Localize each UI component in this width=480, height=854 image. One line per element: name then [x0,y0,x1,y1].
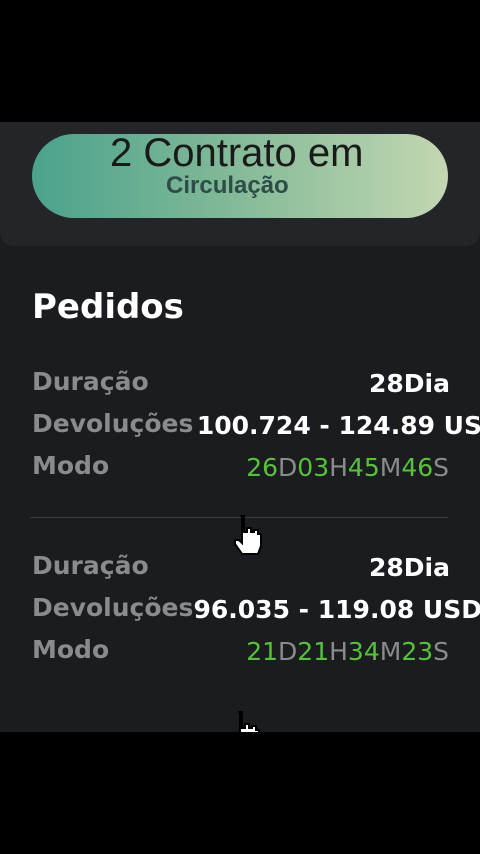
contracts-count-title: 2 Contrato em [110,131,364,175]
timer-minutes: 45 [347,453,380,482]
countdown-timer: 21D21H34M23S [246,637,449,666]
hand-pointer-icon [234,515,262,555]
contracts-card: 2 Contrato em Circulação [0,122,480,246]
returns-label: Devoluções [32,593,194,622]
hand-pointer-icon [238,711,260,732]
timer-seconds: 46 [401,453,434,482]
returns-row: Devoluções 100.724 - 124.89 US [0,409,480,449]
timer-hours-unit: H [329,453,348,482]
order-item[interactable]: Duração 28Dia Devoluções 100.724 - 124.8… [0,367,480,487]
returns-label: Devoluções [32,409,194,438]
order-item[interactable]: Duração 28Dia Devoluções 96.035 - 119.08… [0,551,480,671]
contracts-in-circulation-button[interactable]: 2 Contrato em Circulação [32,131,448,218]
mode-row: Modo 26D03H45M46S [0,451,480,491]
timer-days: 21 [246,637,279,666]
timer-minutes: 34 [347,637,380,666]
duration-label: Duração [32,367,149,396]
mode-label: Modo [32,451,110,480]
duration-value: 28Dia [369,369,450,398]
timer-minutes-unit: M [379,637,402,666]
countdown-timer: 26D03H45M46S [246,453,449,482]
mode-row: Modo 21D21H34M23S [0,635,480,675]
mode-label: Modo [32,635,110,664]
timer-days-unit: D [278,637,298,666]
timer-hours-unit: H [329,637,348,666]
returns-row: Devoluções 96.035 - 119.08 USD [0,593,480,633]
duration-row: Duração 28Dia [0,367,480,407]
timer-hours: 03 [297,453,330,482]
contracts-subtitle: Circulação [166,172,289,199]
timer-seconds-unit: S [433,453,449,482]
orders-heading: Pedidos [32,287,184,327]
returns-value: 96.035 - 119.08 USD [193,595,480,624]
timer-days-unit: D [278,453,298,482]
timer-hours: 21 [297,637,330,666]
duration-value: 28Dia [369,553,450,582]
timer-minutes-unit: M [379,453,402,482]
app-screen: 2 Contrato em Circulação Pedidos Duração… [0,122,480,732]
timer-days: 26 [246,453,279,482]
timer-seconds-unit: S [433,637,449,666]
returns-value: 100.724 - 124.89 US [196,411,480,440]
duration-label: Duração [32,551,149,580]
timer-seconds: 23 [401,637,434,666]
